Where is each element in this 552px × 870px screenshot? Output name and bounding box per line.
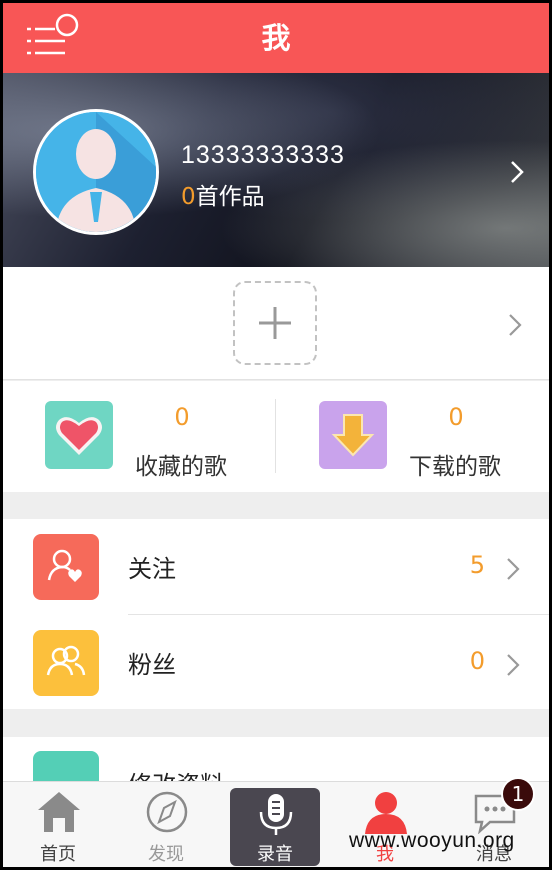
downloads-icon-box [319, 401, 387, 469]
nav-home-label: 首页 [40, 844, 76, 865]
works-label: 首作品 [195, 184, 265, 210]
follow-icon [47, 549, 82, 582]
heart-icon [56, 417, 102, 455]
chevron-right-icon [509, 314, 522, 336]
user-icon [365, 792, 407, 834]
app-screen: 我 13333333333 0首作品 0 收藏的歌 0 下载的歌 关注 5 粉丝… [3, 3, 549, 867]
bottom-nav: 首页 发现 录音 我 消息 1 [3, 777, 549, 867]
avatar-icon [36, 112, 156, 232]
nav-discover-label: 发现 [148, 844, 184, 865]
downloads-count: 0 [448, 403, 464, 431]
fans-label: 粉丝 [128, 651, 176, 679]
header-bar: 我 [3, 3, 549, 73]
works-count: 0首作品 [181, 177, 265, 211]
add-work-row[interactable] [3, 267, 549, 380]
nav-record-label: 录音 [257, 844, 293, 865]
nav-home[interactable]: 首页 [13, 782, 103, 867]
social-list: 关注 5 粉丝 0 [3, 519, 549, 709]
follow-icon-box [33, 534, 99, 600]
compass-icon [146, 791, 188, 833]
fans-icon-box [33, 630, 99, 696]
watermark: www.wooyun.org [349, 829, 515, 852]
avatar[interactable] [33, 109, 159, 235]
page-title: 我 [261, 21, 291, 55]
stats-divider [275, 399, 276, 473]
downloads-label: 下载的歌 [409, 454, 501, 480]
home-icon [38, 792, 80, 832]
nav-record[interactable]: 录音 [230, 788, 320, 866]
fans-icon [46, 645, 86, 676]
chevron-right-icon [511, 161, 524, 183]
nav-discover[interactable]: 发现 [121, 782, 211, 867]
add-work-button[interactable] [233, 281, 317, 365]
follow-label: 关注 [128, 555, 176, 583]
list-item-fans[interactable]: 粉丝 0 [3, 615, 549, 710]
microphone-icon [259, 794, 293, 835]
list-item-follow[interactable]: 关注 5 [3, 519, 549, 615]
chevron-right-icon [507, 654, 520, 676]
stats-row: 0 收藏的歌 0 下载的歌 [3, 381, 549, 492]
nav-me[interactable]: 我 [340, 782, 430, 867]
list-item-edit-profile[interactable]: 修改资料 [3, 737, 549, 787]
plus-icon [259, 307, 291, 339]
chevron-right-icon [507, 558, 520, 580]
favorites-icon-box [45, 401, 113, 469]
message-badge: 1 [501, 777, 535, 811]
works-number: 0 [181, 184, 196, 210]
favorites-label: 收藏的歌 [135, 454, 227, 480]
download-icon [331, 414, 375, 457]
follow-count: 5 [469, 551, 485, 579]
user-phone: 13333333333 [181, 141, 345, 169]
fans-count: 0 [469, 647, 485, 675]
favorites-count: 0 [174, 403, 190, 431]
profile-banner[interactable]: 13333333333 0首作品 [3, 73, 549, 267]
